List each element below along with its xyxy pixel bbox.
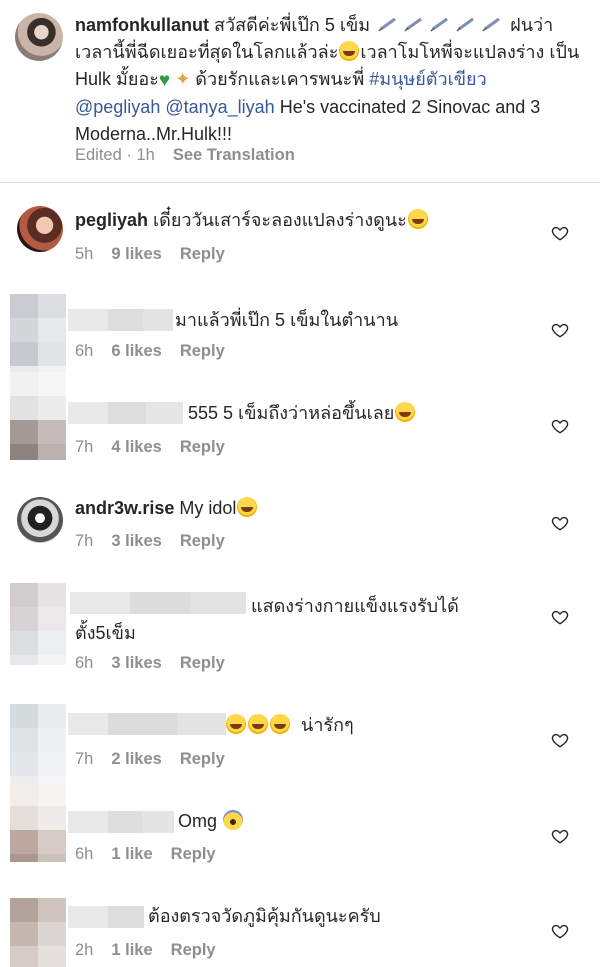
mention-link[interactable]: @tanya_liyah (165, 97, 274, 117)
caption-meta: Edited · 1h See Translation (75, 146, 295, 165)
syringe-icon (378, 13, 398, 32)
commenter-avatar[interactable] (17, 206, 63, 252)
comment-likes[interactable]: 1 like (111, 941, 152, 960)
heart-outline-icon[interactable] (551, 731, 569, 749)
comment-likes[interactable]: 6 likes (111, 342, 161, 361)
caption-text-part: สวัสดีค่ะพี่เป๊ก 5 เข็ม (209, 15, 371, 35)
comment-likes[interactable]: 3 likes (111, 532, 161, 551)
comment-body: 555 5 เข็มถึงว่าหล่อขึ้นเลย (188, 403, 395, 423)
heart-outline-icon[interactable] (551, 514, 569, 532)
blurred-username (68, 713, 226, 735)
comment-likes[interactable]: 2 likes (111, 750, 161, 769)
caption-username[interactable]: namfonkullanut (75, 15, 209, 35)
comment-time: 6h (75, 342, 94, 360)
comment-text: ต้องตรวจวัดภูมิคุ้มกันดูนะครับ (148, 903, 381, 930)
comment-text: andr3w.rise My idol (75, 495, 258, 522)
reply-button[interactable]: Reply (180, 750, 225, 769)
comment-body: น่ารักๆ (301, 715, 354, 735)
heart-outline-icon[interactable] (551, 224, 569, 242)
reply-button[interactable]: Reply (180, 245, 225, 264)
comment-time: 2h (75, 941, 94, 959)
rolling-laughing-icon (339, 41, 360, 61)
reply-button[interactable]: Reply (180, 532, 225, 551)
comment-body: Omg (178, 811, 218, 831)
comment-time: 6h (75, 845, 94, 863)
heart-outline-icon[interactable] (551, 321, 569, 339)
heart-outline-icon[interactable] (551, 608, 569, 626)
blurred-avatar (10, 704, 66, 782)
syringe-icon (430, 13, 450, 32)
comment-meta: 5h 9 likes Reply (75, 245, 225, 264)
blurred-username (68, 811, 174, 833)
blurred-avatar (10, 782, 66, 862)
heart-outline-icon[interactable] (551, 922, 569, 940)
caption-author-avatar[interactable] (15, 13, 63, 61)
hashtag-link[interactable]: #มนุษย์ตัวเขียว (369, 69, 487, 89)
comment-time: 7h (75, 438, 94, 456)
reply-button[interactable]: Reply (180, 654, 225, 673)
see-translation-button[interactable]: See Translation (173, 146, 295, 165)
screaming-face-icon (223, 810, 244, 830)
comment-text: แสดงร่างกายแข็งแรงรับได้ ตั้ง5เข็ม (75, 593, 495, 647)
syringe-icon (456, 13, 476, 32)
caption-divider (0, 182, 600, 183)
comment-username[interactable]: pegliyah (75, 210, 148, 230)
comment-time: 7h (75, 532, 94, 550)
comment-body: ต้องตรวจวัดภูมิคุ้มกันดูนะครับ (148, 906, 381, 926)
reply-button[interactable]: Reply (180, 438, 225, 457)
grinning-face-icon (237, 497, 258, 517)
reply-button[interactable]: Reply (171, 845, 216, 864)
comment-meta: 7h 2 likes Reply (75, 750, 225, 769)
blurred-avatar (10, 898, 66, 967)
grinning-face-icon (407, 209, 428, 229)
comment-meta: 6h 1 like Reply (75, 845, 216, 864)
post-caption: namfonkullanut สวัสดีค่ะพี่เป๊ก 5 เข็ม ฝ… (0, 0, 600, 182)
comment-body: มาแล้วพี่เป๊ก 5 เข็มในตำนาน (175, 310, 398, 330)
tears-of-joy-icon (270, 714, 290, 734)
reply-button[interactable]: Reply (171, 941, 216, 960)
green-heart-icon: ♥ (158, 70, 171, 91)
comment-username[interactable]: andr3w.rise (75, 498, 174, 518)
reply-button[interactable]: Reply (180, 342, 225, 361)
comment-likes[interactable]: 4 likes (111, 438, 161, 457)
comment-time: 5h (75, 245, 94, 263)
comment-meta: 2h 1 like Reply (75, 941, 216, 960)
heart-outline-icon[interactable] (551, 827, 569, 845)
comment-text: Omg (178, 808, 244, 835)
tears-of-joy-icon (226, 714, 246, 734)
blurred-username (68, 309, 173, 331)
mention-link[interactable]: @pegliyah (75, 97, 160, 117)
syringe-icon (404, 13, 424, 32)
comment-meta: 6h 3 likes Reply (75, 654, 225, 673)
comment-likes[interactable]: 1 like (111, 845, 152, 864)
comment-meta: 6h 6 likes Reply (75, 342, 225, 361)
comment-meta: 7h 3 likes Reply (75, 532, 225, 551)
syringe-icon (482, 13, 502, 32)
blurred-avatar (10, 583, 66, 665)
folded-hands-icon: ✦ (175, 69, 191, 89)
caption-text: namfonkullanut สวัสดีค่ะพี่เป๊ก 5 เข็ม ฝ… (75, 12, 590, 148)
caption-text-part: ด้วยรักและเคารพนะพี่ (190, 69, 370, 89)
tears-of-joy-icon (248, 714, 268, 734)
comment-body: แสดงร่างกายแข็งแรงรับได้ ตั้ง5เข็ม (75, 596, 459, 643)
caption-edited-time: Edited · 1h (75, 146, 155, 164)
tears-of-joy-icon (395, 402, 416, 422)
comment-body: My idol (174, 498, 237, 518)
comment-meta: 7h 4 likes Reply (75, 438, 225, 457)
comment-text: มาแล้วพี่เป๊ก 5 เข็มในตำนาน (175, 307, 398, 334)
comment-body: เดี๋ยววันเสาร์จะลองแปลงร่างดูนะ (148, 210, 407, 230)
heart-outline-icon[interactable] (551, 417, 569, 435)
comment-text: น่ารักๆ (225, 712, 354, 739)
blurred-username (68, 906, 144, 928)
comment-text: pegliyah เดี๋ยววันเสาร์จะลองแปลงร่างดูนะ (75, 207, 429, 234)
commenter-avatar[interactable] (17, 497, 63, 543)
comment-likes[interactable]: 9 likes (111, 245, 161, 264)
comment-likes[interactable]: 3 likes (111, 654, 161, 673)
comment-text: 555 5 เข็มถึงว่าหล่อขึ้นเลย (188, 400, 416, 427)
blurred-avatar (10, 372, 66, 460)
comment-time: 6h (75, 654, 94, 672)
comment-time: 7h (75, 750, 94, 768)
blurred-username (68, 402, 183, 424)
